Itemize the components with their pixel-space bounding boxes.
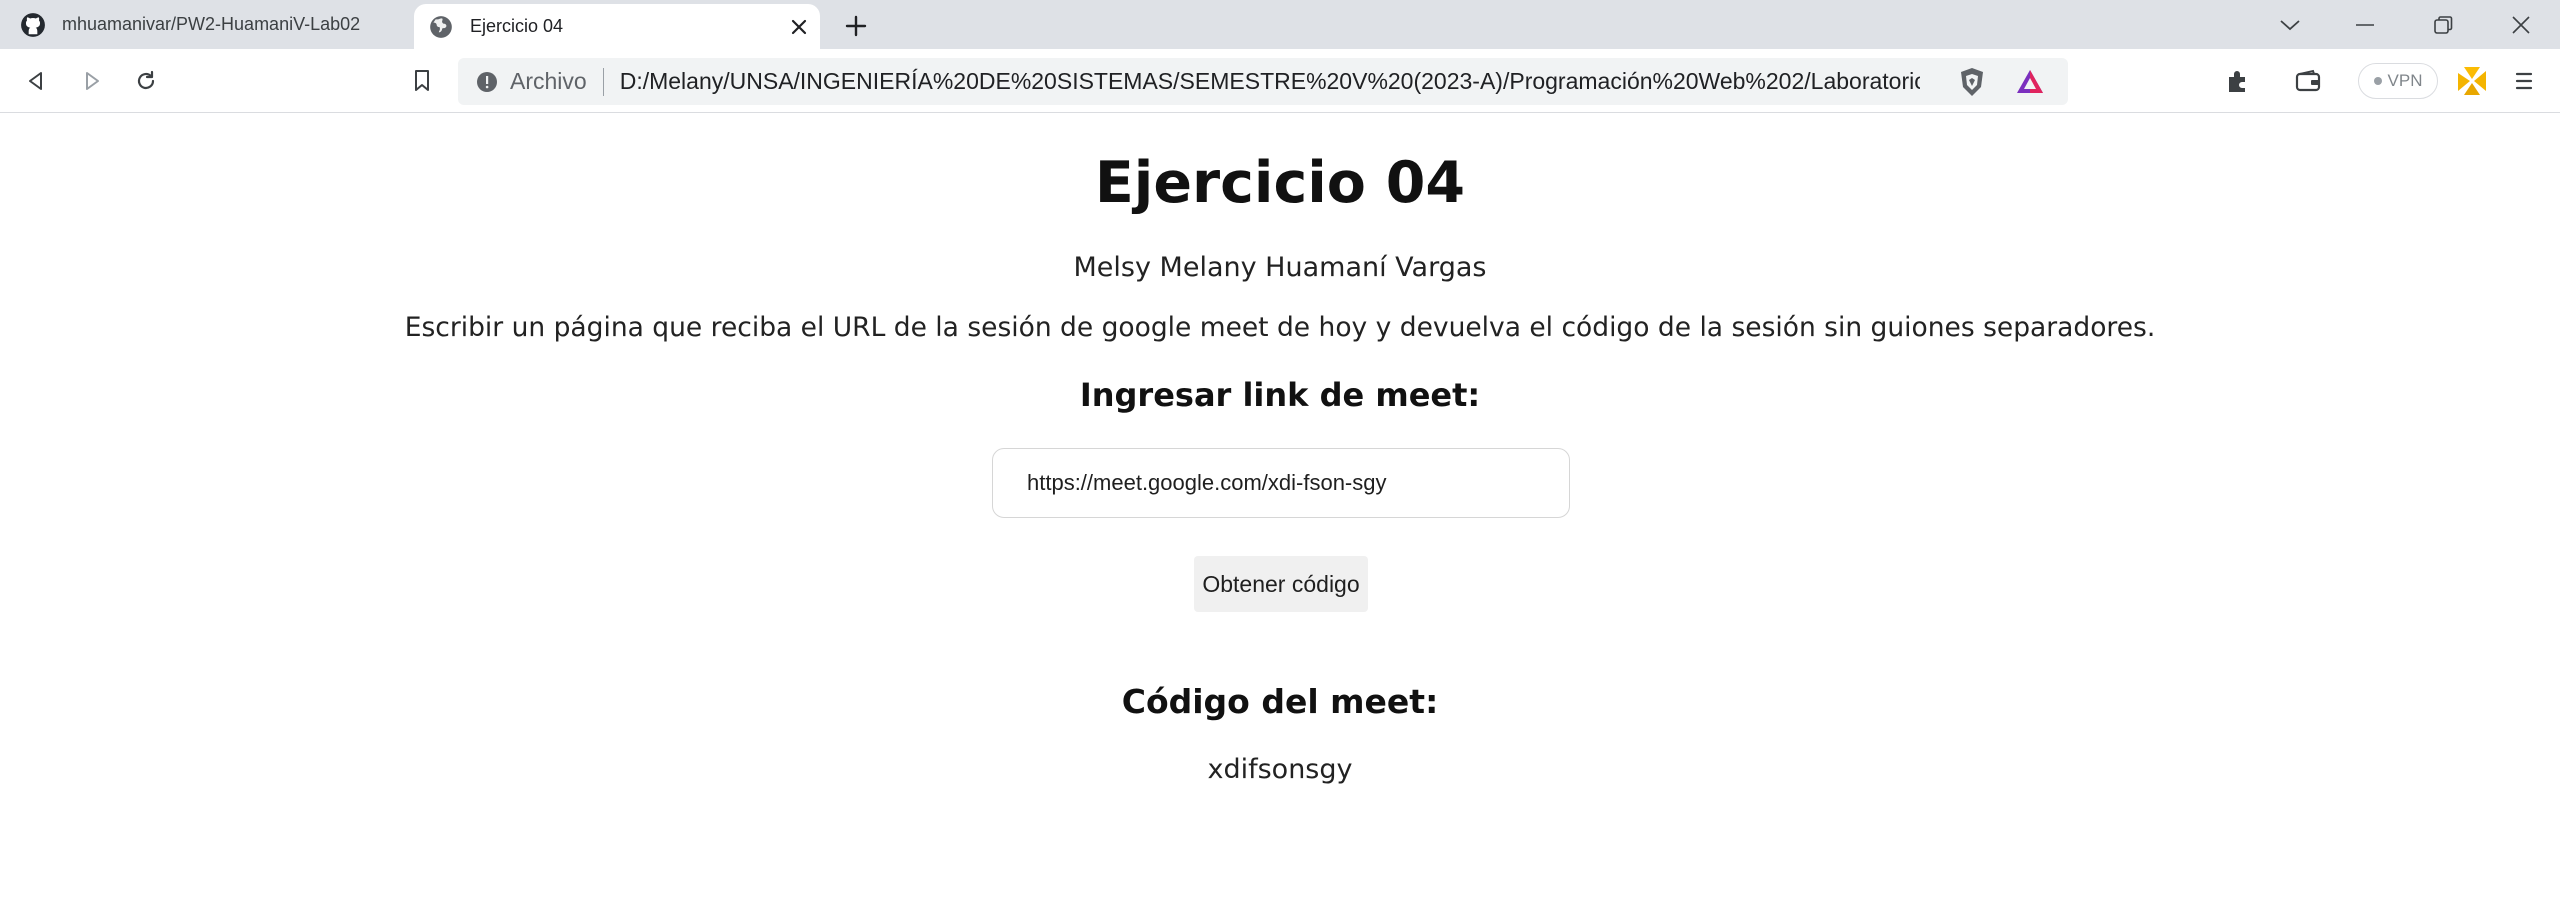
vpn-status-dot [2373, 77, 2382, 85]
github-icon [18, 10, 48, 40]
meet-link-input[interactable] [992, 448, 1570, 518]
address-bar[interactable]: Archivo D:/Melany/UNSA/INGENIERÍA%20DE%2… [458, 58, 2068, 105]
browser-toolbar: Archivo D:/Melany/UNSA/INGENIERÍA%20DE%2… [0, 49, 2560, 113]
menu-icon[interactable] [2504, 61, 2544, 101]
tab-strip: mhuamanivar/PW2-HuamaniV-Lab02 Ejercicio… [0, 0, 2560, 49]
tab-title: Ejercicio 04 [470, 16, 564, 36]
file-scheme-label: Archivo [510, 68, 587, 94]
vpn-button[interactable]: VPN [2358, 63, 2438, 99]
bookmark-icon[interactable] [402, 61, 442, 101]
tab-search-icon[interactable] [2255, 0, 2325, 49]
restore-icon[interactable] [2408, 0, 2478, 49]
extensions-icon[interactable] [2218, 61, 2258, 101]
get-code-button[interactable]: Obtener código [1194, 556, 1368, 612]
tab-github[interactable]: mhuamanivar/PW2-HuamaniV-Lab02 [0, 0, 410, 49]
reload-icon[interactable] [126, 61, 166, 101]
globe-icon [426, 12, 456, 42]
address-separator [602, 67, 604, 96]
author-name: Melsy Melany Huamaní Vargas [1073, 252, 1487, 283]
page-title: Ejercicio 04 [1094, 150, 1466, 216]
vpn-label: VPN [2387, 71, 2423, 90]
tab-title: mhuamanivar/PW2-HuamaniV-Lab02 [62, 14, 361, 34]
back-icon[interactable] [16, 61, 56, 101]
page-content: Ejercicio 04 Melsy Melany Huamaní Vargas… [0, 114, 2560, 915]
brave-shields-icon[interactable] [1954, 64, 1990, 100]
meet-code-label: Código del meet: [1121, 682, 1439, 721]
close-tab-icon[interactable] [782, 10, 816, 44]
url-text[interactable]: D:/Melany/UNSA/INGENIERÍA%20DE%20SISTEMA… [620, 68, 1920, 95]
forward-icon[interactable] [72, 61, 112, 101]
wallet-icon[interactable] [2288, 61, 2328, 101]
meet-link-label: Ingresar link de meet: [1079, 376, 1481, 414]
tab-ejercicio-04[interactable]: Ejercicio 04 [414, 4, 820, 49]
info-icon[interactable] [472, 67, 502, 97]
minimize-icon[interactable] [2330, 0, 2400, 49]
exercise-description: Escribir un página que reciba el URL de … [404, 312, 2156, 343]
close-window-icon[interactable] [2486, 0, 2556, 49]
profile-avatar-icon[interactable] [2452, 61, 2492, 101]
meet-code-result: xdifsonsgy [1207, 754, 1353, 785]
brave-rewards-icon[interactable] [2012, 64, 2048, 100]
new-tab-icon[interactable] [836, 6, 876, 46]
